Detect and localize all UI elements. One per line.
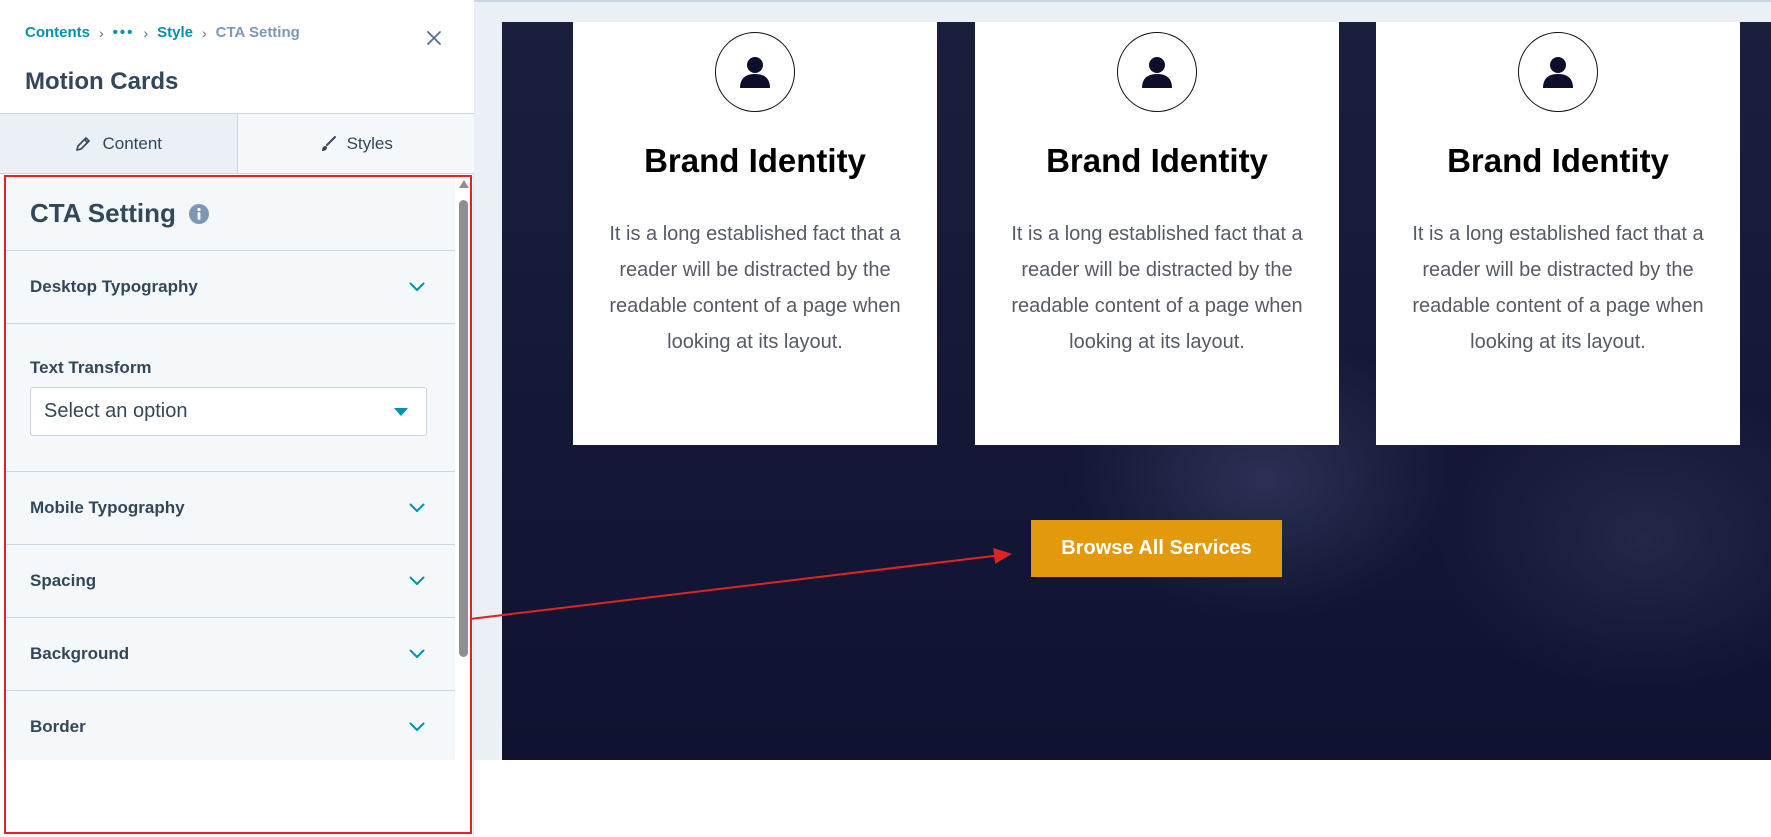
app-root: Contents › ••• › Style › CTA Setting Mot… [0,0,1771,837]
accordion-label: Spacing [30,571,97,590]
card-title: Brand Identity [644,142,866,179]
avatar [1518,32,1598,112]
card-body: It is a long established fact that a rea… [609,223,901,353]
breadcrumb-ellipsis[interactable]: ••• [113,24,135,41]
brush-icon [321,135,336,151]
panel-title: Motion Cards [25,68,179,95]
breadcrumb-contents[interactable]: Contents [25,24,90,41]
close-icon [427,31,441,45]
service-card: Brand Identity It is a long established … [573,22,937,445]
panel-header: Contents › ••• › Style › CTA Setting Mot… [0,0,474,114]
avatar [715,32,795,112]
chevron-down-icon [409,503,425,512]
info-icon[interactable] [188,203,210,225]
pencil-icon [76,136,91,151]
card-body: It is a long established fact that a rea… [1412,223,1704,353]
scroll-up-arrow-icon[interactable] [459,180,469,188]
accordion-desktop-typography[interactable]: Desktop Typography [4,251,455,323]
avatar [1117,32,1197,112]
scrollbar-thumb[interactable] [459,200,468,657]
chevron-right-icon: › [143,24,149,41]
card-title: Brand Identity [1046,142,1268,179]
editor-panel: Contents › ••• › Style › CTA Setting Mot… [0,0,474,837]
breadcrumb-current: CTA Setting [215,24,300,41]
tab-bar: Content Styles [0,114,474,174]
tab-content[interactable]: Content [0,114,238,173]
styles-scroll-area: CTA Setting Desktop Typography Text Tran… [4,176,455,760]
chevron-right-icon: › [201,24,207,41]
divider [4,323,455,324]
accordion-label: Border [30,717,86,736]
close-button[interactable] [424,28,444,48]
accordion-label: Background [30,644,130,663]
tab-styles-label: Styles [346,133,393,153]
hero-section: Brand Identity It is a long established … [502,22,1771,760]
user-icon [740,57,770,88]
card-body: It is a long established fact that a rea… [1011,223,1303,353]
accordion-label: Mobile Typography [30,498,185,517]
tab-styles[interactable]: Styles [237,114,474,173]
breadcrumb-style[interactable]: Style [157,24,193,41]
tab-content-label: Content [102,133,163,153]
service-card: Brand Identity It is a long established … [1376,22,1740,445]
accordion-border[interactable]: Border [4,691,455,760]
section-title-label: CTA Setting [30,198,176,228]
accordion-background[interactable]: Background [4,618,455,690]
chevron-down-icon [409,282,425,291]
chevron-down-icon [409,649,425,658]
breadcrumb: Contents › ••• › Style › CTA Setting [25,24,300,41]
chevron-right-icon: › [99,24,104,41]
chevron-down-icon [409,576,425,585]
accordion-spacing[interactable]: Spacing [4,545,455,617]
text-transform-label: Text Transform [30,358,152,377]
accordion-mobile-typography[interactable]: Mobile Typography [4,472,455,544]
caret-down-icon [394,407,408,416]
select-placeholder: Select an option [44,400,188,422]
scrollbar[interactable] [457,178,470,758]
service-card: Brand Identity It is a long established … [975,22,1339,445]
card-title: Brand Identity [1447,142,1669,179]
preview-top-border [474,0,1771,2]
user-icon [1543,57,1573,88]
user-icon [1142,57,1172,88]
accordion-label: Desktop Typography [30,277,198,296]
chevron-down-icon [409,722,425,731]
browse-services-button[interactable]: Browse All Services [1031,520,1282,577]
text-transform-select[interactable]: Select an option [30,387,427,436]
section-title: CTA Setting [30,198,210,229]
